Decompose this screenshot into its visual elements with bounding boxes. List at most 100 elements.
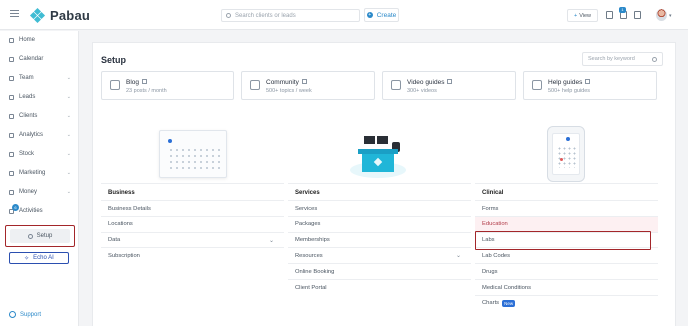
setup-item-label: Services (295, 205, 318, 212)
sidebar-item-setup[interactable]: Setup (10, 229, 70, 243)
video-guides-subtitle: 300+ videos (407, 88, 437, 94)
marketing-icon (9, 170, 14, 176)
create-label: Create (376, 11, 397, 19)
chevron-down-icon: ⌄ (66, 132, 71, 138)
activities-badge: 6 (12, 204, 19, 211)
gear-icon (27, 233, 33, 239)
phone-chart-illustration (547, 126, 585, 182)
sidebar-item-label: Money (19, 189, 38, 195)
setup-item-label: Forms (482, 205, 499, 212)
sidebar-item-label: Team (19, 75, 34, 81)
setup-item-forms[interactable]: Forms (475, 200, 658, 216)
calendar-icon (9, 56, 14, 62)
sidebar-item-marketing[interactable]: Marketing ⌄ (0, 166, 79, 180)
echo-ai-label: Echo AI (33, 255, 54, 261)
analytics-icon (9, 132, 14, 138)
chevron-down-icon: ⌄ (66, 113, 71, 119)
community-icon (250, 80, 260, 90)
menu-icon[interactable] (10, 10, 19, 18)
setup-item-label: Resources (295, 252, 323, 259)
brand-logo[interactable]: Pabau (29, 7, 91, 23)
brand-name: Pabau (50, 8, 91, 23)
setup-item-data[interactable]: Data ⌄ (101, 231, 284, 248)
search-icon (226, 13, 231, 18)
sidebar-item-label: Calendar (19, 56, 44, 62)
setup-item-label: Online Booking (295, 268, 335, 275)
sidebar-item-clients[interactable]: Clients ⌄ (0, 109, 79, 123)
setup-item-label: Drugs (482, 268, 498, 275)
community-title: Community (266, 79, 299, 86)
blog-title: Blog (126, 79, 140, 86)
home-icon (9, 37, 14, 43)
section-heading: Services (295, 190, 320, 196)
setup-item-memberships[interactable]: Memberships (288, 231, 471, 248)
sidebar-item-money[interactable]: Money ⌄ (0, 185, 79, 199)
setup-item-online-booking[interactable]: Online Booking (288, 263, 471, 279)
sidebar-item-stock[interactable]: Stock ⌄ (0, 147, 79, 161)
chevron-down-icon: ⌄ (66, 170, 71, 176)
stock-icon (9, 151, 14, 157)
video-guides-card[interactable]: Video guides 300+ videos (382, 71, 516, 100)
setup-item-label: Business Details (108, 205, 151, 212)
setup-item-label: Lab Codes (482, 252, 511, 259)
create-button[interactable]: + Create (364, 8, 399, 22)
setup-item-charts[interactable]: Charts New (475, 294, 658, 311)
chevron-down-icon[interactable]: ⌄ (269, 237, 274, 244)
reception-desk-illustration (350, 132, 406, 178)
search-placeholder: Search clients or leads (235, 12, 296, 19)
help-guides-card[interactable]: Help guides 500+ help guides (523, 71, 657, 100)
avatar[interactable] (656, 9, 667, 21)
setup-item-label: Charts (482, 300, 500, 307)
setup-item-drugs[interactable]: Drugs (475, 263, 658, 279)
sidebar-item-label: Marketing (19, 170, 46, 176)
sidebar-item-home[interactable]: Home (0, 33, 79, 47)
team-icon (9, 75, 14, 81)
setup-item-services[interactable]: Services (288, 200, 471, 216)
setup-item-locations[interactable]: Locations (101, 215, 284, 232)
clients-icon (9, 113, 14, 119)
client-search-input[interactable]: Search clients or leads (221, 9, 360, 22)
setup-item-resources[interactable]: Resources ⌄ (288, 247, 471, 263)
plus-icon: + (366, 12, 373, 18)
sparkle-icon: ✧ (24, 255, 30, 262)
pabau-logo-icon (29, 7, 46, 23)
clipboard-icon[interactable] (634, 11, 641, 19)
help-guides-subtitle: 500+ help guides (548, 88, 591, 94)
plus-icon: + (573, 12, 578, 19)
setup-item-client-portal[interactable]: Client Portal (288, 279, 471, 295)
sidebar-item-analytics[interactable]: Analytics ⌄ (0, 128, 79, 142)
blog-icon (110, 80, 120, 90)
sidebar-item-label: Leads (19, 94, 36, 100)
calendar-icon[interactable] (606, 11, 613, 19)
chevron-down-icon: ⌄ (66, 151, 71, 157)
setup-item-packages[interactable]: Packages (288, 215, 471, 232)
business-illustration (101, 122, 284, 184)
sidebar-item-leads[interactable]: Leads ⌄ (0, 90, 79, 104)
external-link-icon (142, 79, 148, 84)
sidebar-item-team[interactable]: Team ⌄ (0, 71, 79, 85)
chevron-down-icon[interactable]: ⌄ (456, 252, 461, 259)
keyword-search-input[interactable]: Search by keyword (582, 52, 663, 66)
keyword-search-placeholder: Search by keyword (588, 56, 635, 62)
sidebar-item-calendar[interactable]: Calendar (0, 52, 79, 66)
sidebar-item-label: Stock (19, 151, 35, 157)
services-illustration (288, 122, 471, 184)
sidebar-item-label: Home (19, 37, 36, 43)
new-badge: New (502, 299, 516, 307)
video-icon (391, 80, 401, 90)
echo-ai-button[interactable]: ✧ Echo AI (9, 252, 69, 264)
setup-item-medical-conditions[interactable]: Medical Conditions (475, 279, 658, 295)
setup-item-education[interactable]: Education (475, 215, 658, 232)
chevron-down-icon: ⌄ (66, 94, 71, 100)
help-guides-icon (532, 80, 542, 90)
setup-item-label: Locations (108, 221, 133, 228)
setup-item-subscription[interactable]: Subscription (101, 247, 284, 263)
setup-item-business-details[interactable]: Business Details (101, 200, 284, 216)
setup-item-label: Subscription (108, 252, 140, 259)
support-link[interactable]: Support (9, 311, 41, 318)
setup-item-label: Memberships (295, 237, 330, 244)
blog-card[interactable]: Blog 23 posts / month (101, 71, 234, 100)
chevron-down-icon[interactable]: ▾ (669, 13, 672, 19)
view-button[interactable]: + View (567, 9, 598, 22)
community-card[interactable]: Community 500+ topics / week (241, 71, 375, 100)
